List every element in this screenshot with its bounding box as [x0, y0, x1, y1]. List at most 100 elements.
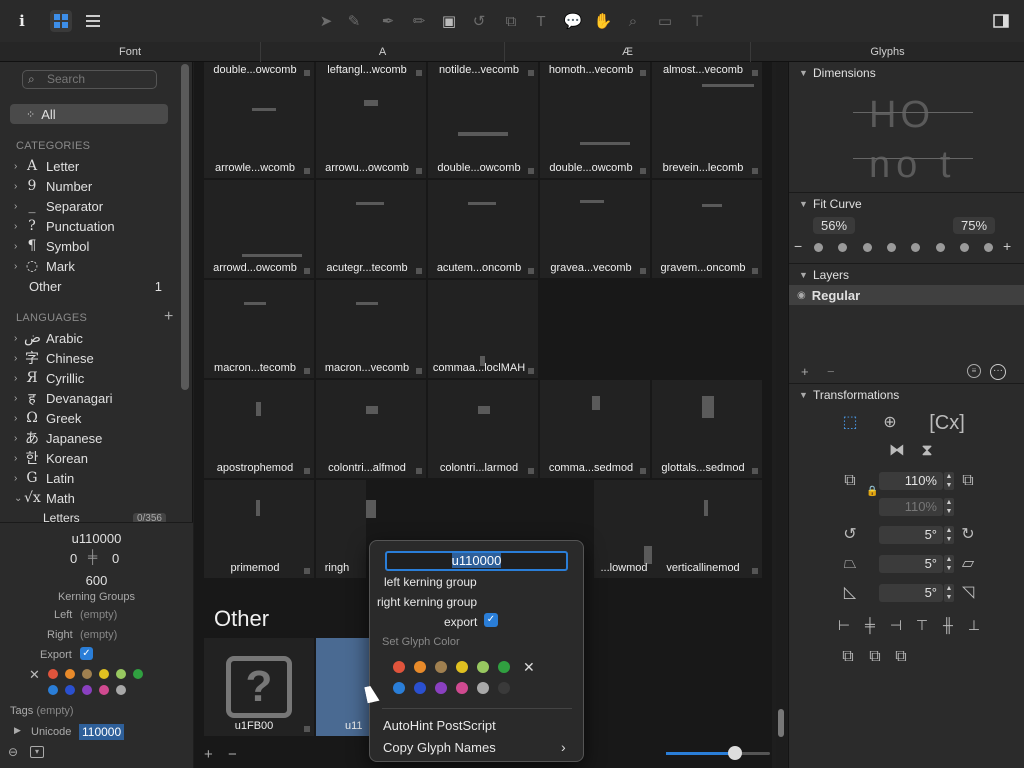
glyph-cell[interactable]: verticallinemod — [652, 480, 762, 578]
glyph-cell[interactable]: gravem...oncomb — [652, 180, 762, 278]
sidebar-item-separator[interactable]: › _ Separator — [0, 196, 178, 216]
tab-a[interactable]: A — [261, 42, 505, 62]
slant-field[interactable]: 5° — [879, 555, 943, 573]
color-swatch[interactable] — [456, 661, 468, 673]
info-icon[interactable]: i — [11, 10, 33, 32]
zoom-slider-knob[interactable] — [728, 746, 742, 760]
glyph-name-field[interactable]: u110000 — [385, 551, 568, 571]
scale-x-stepper[interactable]: ▲ ▼ — [944, 472, 954, 490]
lsb-value[interactable]: 0 — [70, 551, 77, 566]
glyph-cell[interactable]: apostrophemod — [204, 380, 314, 478]
hand-tool-icon[interactable]: ✋ — [592, 10, 614, 32]
rsb-value[interactable]: 0 — [112, 551, 119, 566]
unicode-expand-icon[interactable]: ▶ — [14, 725, 21, 736]
glyph-cell[interactable]: acutegr...tecomb — [316, 180, 426, 278]
glyph-cell[interactable]: comma...sedmod — [540, 380, 650, 478]
color-swatch[interactable] — [99, 669, 109, 679]
grid-scrollbar[interactable] — [778, 709, 784, 737]
grid-view-icon[interactable] — [50, 10, 72, 32]
color-swatch[interactable] — [116, 685, 126, 695]
color-swatch[interactable] — [477, 682, 489, 694]
align-center-v-icon[interactable]: ╫ — [937, 614, 959, 636]
color-swatch[interactable] — [65, 685, 75, 695]
fit-curve-dot[interactable] — [862, 243, 872, 252]
glyph-cell[interactable]: colontri...larmod — [428, 380, 538, 478]
sidebar-item-japanese[interactable]: › あ Japanese — [0, 428, 178, 448]
scale-y-field[interactable]: 110% — [879, 498, 943, 516]
anchor-tool-icon[interactable]: ⊤ — [686, 10, 708, 32]
glyph-cell[interactable]: macron...tecomb — [204, 280, 314, 378]
glyph-cell[interactable]: leftangl...wcomb — [316, 62, 426, 80]
brush-tool-icon[interactable]: ✒ — [377, 10, 399, 32]
scale-tool-icon[interactable]: ⧉ — [500, 10, 522, 32]
fit-curve-dot[interactable] — [814, 243, 823, 252]
skew-stepper[interactable]: ▲ ▼ — [944, 584, 954, 602]
options-icon[interactable]: ⊖ — [8, 745, 18, 759]
color-swatch[interactable] — [82, 669, 92, 679]
unicode-field[interactable]: 110000 — [79, 724, 125, 740]
glyph-cell[interactable]: glottals...sedmod — [652, 380, 762, 478]
select-tool-icon[interactable]: ➤ — [315, 10, 337, 32]
fit-curve-dot[interactable] — [886, 243, 896, 252]
copy-glyph-names-menu-item[interactable]: Copy Glyph Names — [383, 740, 496, 755]
color-swatch[interactable] — [414, 682, 426, 694]
rotate-field[interactable]: 5° — [879, 526, 943, 544]
fit-curve-dot[interactable] — [984, 243, 994, 252]
lock-icon[interactable]: 🔒 — [866, 486, 878, 497]
export-checkbox[interactable]: ✓ — [484, 613, 498, 627]
sidebar-item-all[interactable]: ⁘ All — [10, 104, 168, 124]
bounding-box-icon[interactable]: ⬚ — [839, 412, 861, 434]
flip-vertical-icon[interactable]: ⧗ — [916, 440, 938, 462]
measure-tool-icon[interactable]: ▭ — [654, 10, 676, 32]
rotate-stepper[interactable]: ▲ ▼ — [944, 526, 954, 544]
more-options-icon[interactable]: ··· — [990, 364, 1006, 380]
color-swatch[interactable] — [435, 661, 447, 673]
color-swatch[interactable] — [393, 682, 405, 694]
glyph-cell[interactable]: acutem...oncomb — [428, 180, 538, 278]
add-language-icon[interactable]: + — [164, 308, 173, 326]
color-swatch[interactable] — [477, 661, 489, 673]
fit-curve-minus-icon[interactable]: − — [794, 238, 802, 254]
sidebar-item-devanagari[interactable]: › ह Devanagari — [0, 388, 178, 408]
glyph-cell[interactable]: double...owcomb — [428, 80, 538, 178]
glyph-cell[interactable]: brevein...lecomb — [652, 80, 762, 178]
flip-horizontal-icon[interactable]: ⧓ — [886, 440, 908, 462]
color-swatch[interactable] — [99, 685, 109, 695]
sidebar-item-latin[interactable]: › G Latin — [0, 468, 178, 488]
rotate-tool-icon[interactable]: ↺ — [468, 10, 490, 32]
glyph-cell[interactable]: arrowle...wcomb — [204, 80, 314, 178]
color-swatch[interactable] — [414, 661, 426, 673]
intersect-icon[interactable]: ⧉ — [890, 646, 912, 668]
align-center-h-icon[interactable]: ╪ — [859, 614, 881, 636]
color-swatch[interactable] — [498, 661, 510, 673]
add-layer-icon[interactable]: + — [801, 364, 809, 379]
left-group-field[interactable]: (empty) — [80, 609, 117, 621]
dimensions-header[interactable]: ▼ Dimensions — [789, 62, 1024, 84]
fit-curve-max[interactable]: 75% — [953, 217, 995, 234]
rotate-cw-icon[interactable]: ↻ — [957, 524, 979, 546]
color-swatch[interactable] — [435, 682, 447, 694]
glyph-cell[interactable]: arrowu...owcomb — [316, 80, 426, 178]
glyph-cell[interactable]: gravea...vecomb — [540, 180, 650, 278]
transform-origin-icon[interactable]: [Cx] — [919, 412, 975, 434]
tab-glyphs[interactable]: Glyphs — [751, 42, 1024, 62]
origin-crosshair-icon[interactable]: ⊕ — [879, 412, 901, 434]
glyph-cell[interactable]: arrowd...owcomb — [204, 180, 314, 278]
sidebar-item-math[interactable]: ⌄ √x Math — [0, 488, 178, 508]
fit-curve-dot[interactable] — [911, 243, 921, 252]
slant-right-icon[interactable]: ⏥ — [957, 553, 979, 575]
color-swatch[interactable] — [393, 661, 405, 673]
transformations-header[interactable]: ▼ Transformations — [789, 383, 1024, 405]
sidebar-item-greek[interactable]: › Ω Greek — [0, 408, 178, 428]
glyph-cell[interactable]: ? u1FB00 — [204, 638, 314, 736]
autohint-menu-item[interactable]: AutoHint PostScript — [383, 718, 496, 733]
list-view-icon[interactable] — [82, 10, 104, 32]
align-top-icon[interactable]: ⊤ — [911, 614, 933, 636]
width-value[interactable]: 600 — [0, 573, 193, 588]
sidebar-scrollbar[interactable] — [181, 64, 189, 390]
right-group-field[interactable]: (empty) — [80, 629, 117, 641]
color-swatch[interactable] — [498, 682, 510, 694]
color-swatch[interactable] — [65, 669, 75, 679]
pencil-tool-icon[interactable]: ✏ — [408, 10, 430, 32]
glyph-cell[interactable]: ringh — [316, 480, 376, 578]
